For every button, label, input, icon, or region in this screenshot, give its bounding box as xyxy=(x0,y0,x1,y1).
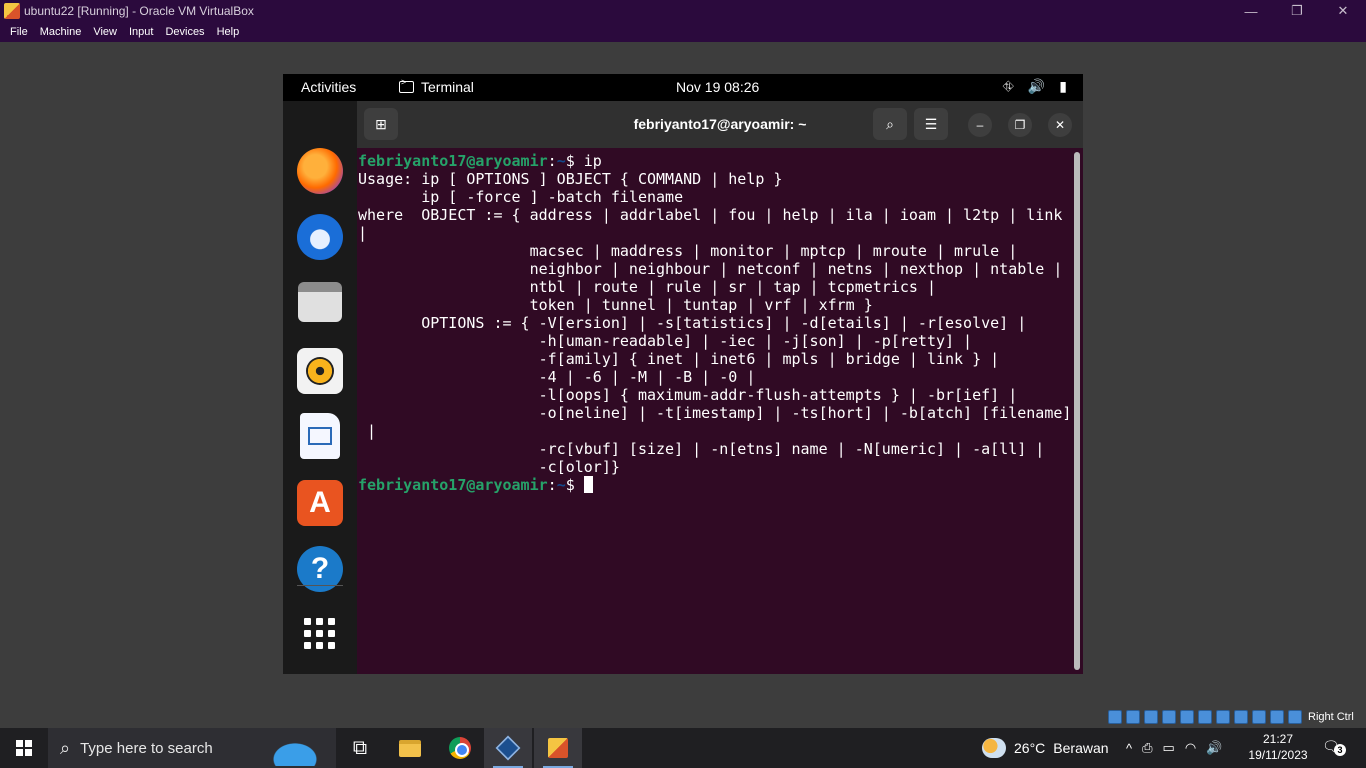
network-icon[interactable]: ⛗ xyxy=(1003,78,1014,95)
search-placeholder: Type here to search xyxy=(80,739,213,757)
chrome-icon xyxy=(449,737,471,759)
terminal-headerbar: ⊞ febriyanto17@aryoamir: ~ ⌕ ☰ – ❐ ✕ xyxy=(357,101,1083,148)
windows-taskbar: ⌕ Type here to search ⧉ 26°C Berawan ^ ⎙… xyxy=(0,728,1366,768)
command-text: ip xyxy=(583,152,602,170)
terminal-close-button[interactable]: ✕ xyxy=(1048,113,1072,137)
menu-file[interactable]: File xyxy=(4,26,34,38)
terminal-maximize-button[interactable]: ❐ xyxy=(1008,113,1032,137)
virtualbox-icon xyxy=(495,735,521,761)
firefox-icon[interactable] xyxy=(297,148,343,194)
recording-icon[interactable] xyxy=(1234,710,1248,724)
taskbar-search-box[interactable]: ⌕ Type here to search xyxy=(48,728,336,768)
taskbar-time: 21:27 xyxy=(1262,732,1294,746)
terminal-scrollbar[interactable] xyxy=(1074,152,1080,670)
windows-logo-icon xyxy=(16,740,32,756)
vt-x-icon[interactable] xyxy=(1252,710,1266,724)
app-menu-label: Terminal xyxy=(421,79,474,95)
volume-icon[interactable]: 🔊 xyxy=(1028,78,1045,95)
terminal-window[interactable]: ⊞ febriyanto17@aryoamir: ~ ⌕ ☰ – ❐ ✕ feb… xyxy=(357,101,1083,674)
window-title: ubuntu22 [Running] - Oracle VM VirtualBo… xyxy=(24,4,254,18)
rhythmbox-icon[interactable] xyxy=(297,348,343,394)
search-icon[interactable]: ⌕ xyxy=(873,108,907,140)
prompt-line: febriyanto17@aryoamir:~$ ip xyxy=(358,152,602,170)
weather-condition: Berawan xyxy=(1053,740,1109,756)
hamburger-menu-icon[interactable]: ☰ xyxy=(914,108,948,140)
search-icon: ⌕ xyxy=(60,737,71,758)
system-tray[interactable]: ⛗ 🔊 ▮ xyxy=(1003,78,1067,95)
show-apps-icon[interactable] xyxy=(304,618,336,650)
virtualbox-app-icon xyxy=(4,3,20,19)
vm-window-button[interactable] xyxy=(534,728,582,768)
search-highlight-image xyxy=(258,732,332,766)
terminal-icon xyxy=(399,77,414,93)
writer-doc-glyph xyxy=(308,427,332,445)
file-explorer-button[interactable] xyxy=(386,728,434,768)
dock-separator xyxy=(297,585,343,586)
mouse-integration-icon[interactable] xyxy=(1270,710,1284,724)
taskbar-date: 19/11/2023 xyxy=(1248,748,1308,762)
vm-window-icon xyxy=(548,738,568,758)
volume-icon[interactable]: 🔊 xyxy=(1206,740,1222,756)
partly-cloudy-icon xyxy=(982,738,1006,758)
start-button[interactable] xyxy=(0,728,48,768)
hard-disk-icon[interactable] xyxy=(1108,710,1122,724)
shared-folders-icon[interactable] xyxy=(1198,710,1212,724)
vbox-menubar: File Machine View Input Devices Help xyxy=(0,22,1366,42)
chrome-button[interactable] xyxy=(436,728,484,768)
app-center-icon[interactable]: A xyxy=(297,480,343,526)
vbox-titlebar: ubuntu22 [Running] - Oracle VM VirtualBo… xyxy=(0,0,1366,22)
weather-widget[interactable]: 26°C Berawan xyxy=(982,728,1109,768)
text-cursor xyxy=(583,476,593,493)
audio-icon[interactable] xyxy=(1144,710,1158,724)
menu-view[interactable]: View xyxy=(87,26,123,38)
restore-button[interactable]: ❐ xyxy=(1274,0,1320,22)
command-output: Usage: ip [ OPTIONS ] OBJECT { COMMAND |… xyxy=(358,170,1070,476)
files-icon[interactable] xyxy=(298,282,342,322)
system-tray-icons: ^ ⎙ ▭ ◠ 🔊 xyxy=(1126,728,1222,768)
clock[interactable]: Nov 19 08:26 xyxy=(676,79,759,95)
taskbar-clock[interactable]: 21:27 19/11/2023 xyxy=(1248,731,1308,763)
app-menu[interactable]: Terminal xyxy=(399,77,474,95)
keyboard-capture-icon[interactable] xyxy=(1288,710,1302,724)
folder-icon xyxy=(399,739,421,757)
weather-temp: 26°C xyxy=(1014,740,1046,756)
host-key-label: Right Ctrl xyxy=(1308,711,1354,723)
menu-devices[interactable]: Devices xyxy=(159,26,210,38)
rhythmbox-disc xyxy=(306,357,334,385)
battery-icon[interactable]: ▭ xyxy=(1163,740,1175,756)
task-view-button[interactable]: ⧉ xyxy=(336,728,384,768)
optical-drive-icon[interactable] xyxy=(1126,710,1140,724)
prompt-line: febriyanto17@aryoamir:~$ xyxy=(358,476,593,494)
gnome-top-bar: Activities Terminal Nov 19 08:26 ⛗ 🔊 ▮ xyxy=(283,74,1083,101)
notification-center-icon[interactable]: 🗨 3 xyxy=(1322,738,1346,758)
menu-input[interactable]: Input xyxy=(123,26,159,38)
menu-help[interactable]: Help xyxy=(211,26,246,38)
display-icon[interactable] xyxy=(1216,710,1230,724)
battery-icon[interactable]: ▮ xyxy=(1059,78,1067,95)
usb-icon[interactable] xyxy=(1180,710,1194,724)
network-adapter-icon[interactable] xyxy=(1162,710,1176,724)
libreoffice-writer-icon[interactable] xyxy=(300,413,340,459)
meet-now-icon[interactable]: ⎙ xyxy=(1142,740,1152,756)
notification-count: 3 xyxy=(1334,744,1346,756)
vbox-status-bar: Right Ctrl xyxy=(1108,709,1354,725)
virtualbox-manager-button[interactable] xyxy=(484,728,532,768)
terminal-minimize-button[interactable]: – xyxy=(968,113,992,137)
guest-screen[interactable]: Activities Terminal Nov 19 08:26 ⛗ 🔊 ▮ A… xyxy=(283,74,1083,674)
minimize-button[interactable]: — xyxy=(1228,0,1274,22)
close-button[interactable]: ✕ xyxy=(1320,0,1366,22)
activities-button[interactable]: Activities xyxy=(301,79,356,95)
wifi-icon[interactable]: ◠ xyxy=(1185,740,1196,756)
thunderbird-icon[interactable] xyxy=(297,214,343,260)
show-hidden-icons-icon[interactable]: ^ xyxy=(1126,741,1132,756)
dock: A ? xyxy=(283,101,357,674)
terminal-output[interactable]: febriyanto17@aryoamir:~$ ip Usage: ip [ … xyxy=(358,152,1070,672)
menu-machine[interactable]: Machine xyxy=(34,26,88,38)
